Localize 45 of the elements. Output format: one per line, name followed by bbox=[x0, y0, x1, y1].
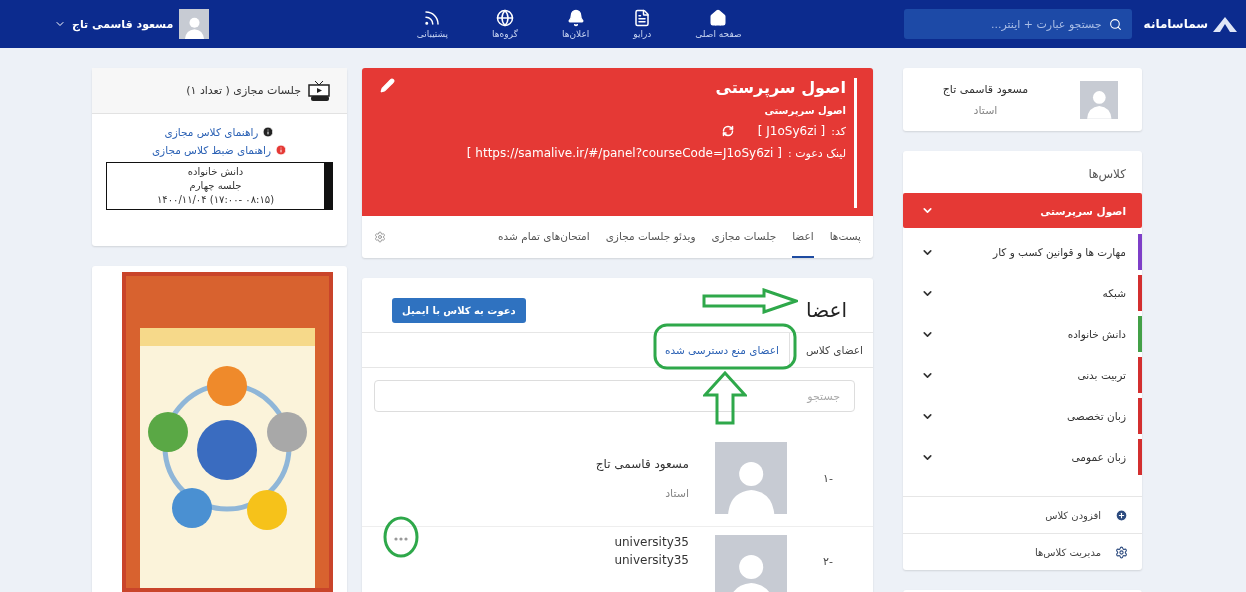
row-number: -۲ bbox=[822, 554, 833, 568]
search-field[interactable]: جستجو bbox=[374, 380, 855, 412]
invite-email-button[interactable]: دعوت به کلاس با ایمیل bbox=[392, 297, 526, 323]
session-event[interactable]: دانش خانواده جلسه چهارم ۱۴۰۰/۱۱/۰۴ (۱۷:۰۰- ۰۸:۱۵) bbox=[106, 162, 333, 210]
course-tab[interactable]: اعضا bbox=[792, 216, 814, 258]
classes-title: کلاس‌ها bbox=[1087, 166, 1127, 184]
course-tab[interactable]: پست‌ها bbox=[829, 216, 861, 258]
member-role: university35 bbox=[614, 553, 689, 567]
course-code: [ J1oSy6zi ] bbox=[757, 124, 826, 138]
class-item[interactable]: مهارت ها و قوانین کسب و کار bbox=[903, 234, 1142, 270]
nav-item[interactable]: صفحه اصلی bbox=[695, 9, 742, 39]
help-link[interactable]: راهنمای کلاس مجازی bbox=[164, 126, 275, 138]
course-tab[interactable]: ویدئو جلسات مجازی bbox=[605, 216, 696, 258]
search-field[interactable]: جستجو عبارت + اینتر... bbox=[903, 9, 1132, 39]
nav-item[interactable]: گروه‌ها bbox=[492, 9, 518, 39]
member-name: university35 bbox=[614, 535, 689, 549]
member-name: مسعود قاسمی تاج bbox=[595, 456, 689, 471]
invite-label: لینک دعوت : bbox=[787, 146, 846, 160]
course-title: اصول سرپرستی bbox=[715, 78, 846, 97]
nav-item[interactable]: اعلان‌ها bbox=[561, 9, 590, 39]
course-subtitle: اصول سرپرستی bbox=[764, 105, 846, 116]
user-menu[interactable]: مسعود قاسمی تاج bbox=[54, 9, 210, 39]
class-action[interactable]: افزودن کلاس bbox=[903, 496, 1142, 533]
class-item[interactable]: زبان عمومی bbox=[903, 439, 1142, 475]
logo-text: سماسامانه bbox=[1143, 17, 1208, 31]
members-title: اعضا bbox=[806, 298, 847, 322]
class-item[interactable]: اصول سرپرستی bbox=[903, 193, 1142, 228]
members-tab[interactable]: اعضای کلاس bbox=[788, 333, 873, 367]
course-tab[interactable]: امتحان‌های تمام شده bbox=[498, 216, 590, 258]
code-label: کد: bbox=[831, 124, 846, 138]
help-link[interactable]: راهنمای ضبط کلاس مجازی bbox=[151, 144, 288, 156]
class-item[interactable]: زبان تخصصی bbox=[903, 398, 1142, 434]
member-role: استاد bbox=[665, 486, 689, 500]
course-tab[interactable]: جلسات مجازی bbox=[711, 216, 777, 258]
members-tab[interactable]: اعضای منع دسترسی شده bbox=[648, 333, 789, 367]
row-number: -۱ bbox=[822, 471, 833, 485]
nav-item[interactable]: پشتیبانی bbox=[416, 9, 449, 39]
profile-role: استاد bbox=[973, 103, 998, 117]
class-item[interactable]: دانش خانواده bbox=[903, 316, 1142, 352]
sessions-title: جلسات مجازی ( تعداد ۱) bbox=[186, 84, 301, 97]
nav-item[interactable]: درایو bbox=[633, 9, 652, 39]
class-item[interactable]: شبکه bbox=[903, 275, 1142, 311]
class-item[interactable]: تربیت بدنی bbox=[903, 357, 1142, 393]
profile-name: مسعود قاسمی تاج bbox=[942, 82, 1029, 96]
class-action[interactable]: مدیریت کلاس‌ها bbox=[903, 533, 1142, 570]
